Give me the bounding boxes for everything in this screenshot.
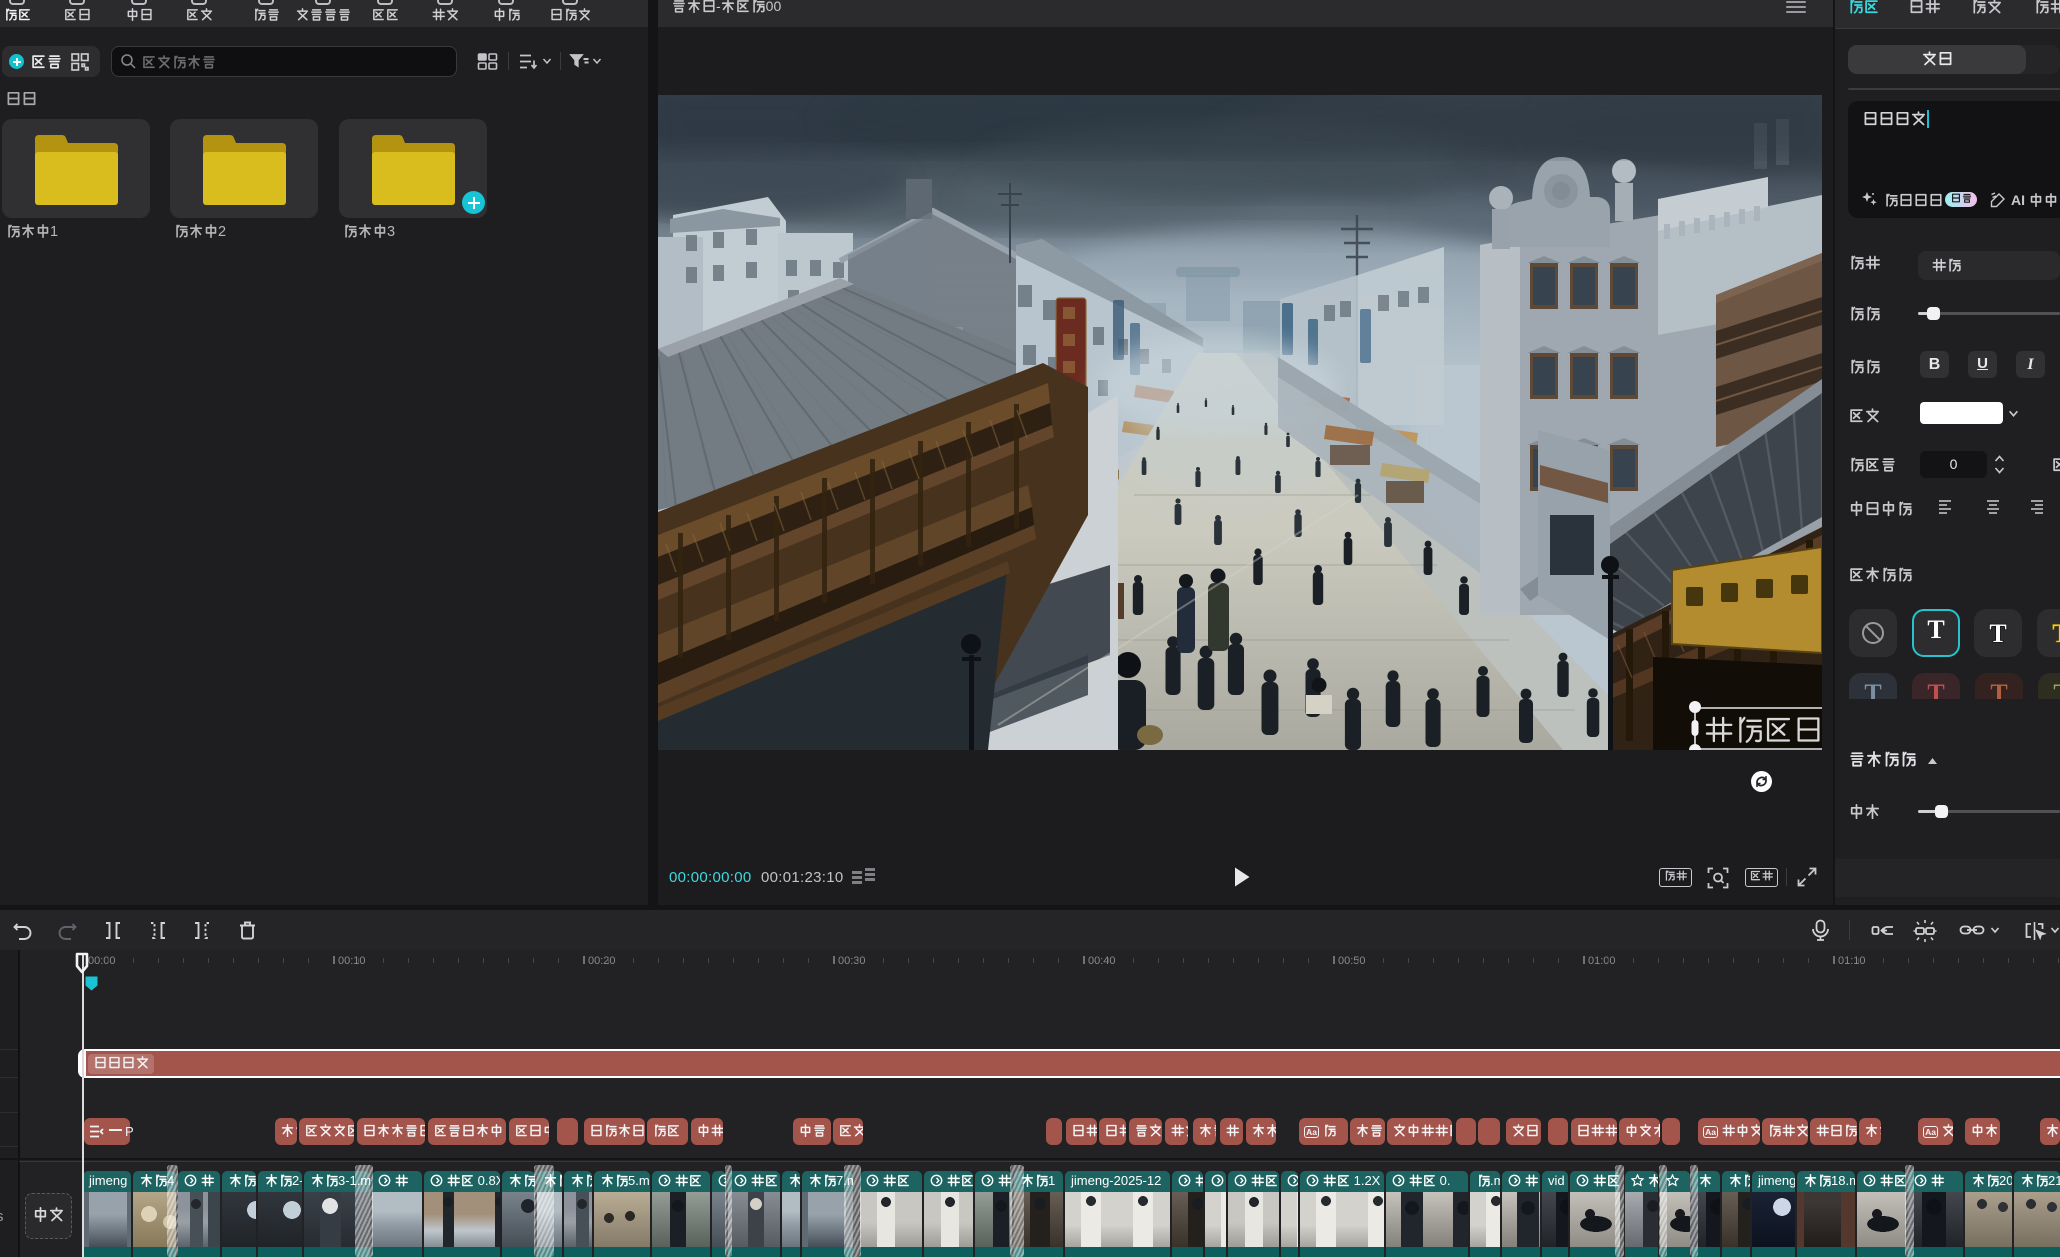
svg-text:T: T bbox=[2052, 619, 2060, 648]
svg-text:T: T bbox=[1989, 619, 2006, 648]
